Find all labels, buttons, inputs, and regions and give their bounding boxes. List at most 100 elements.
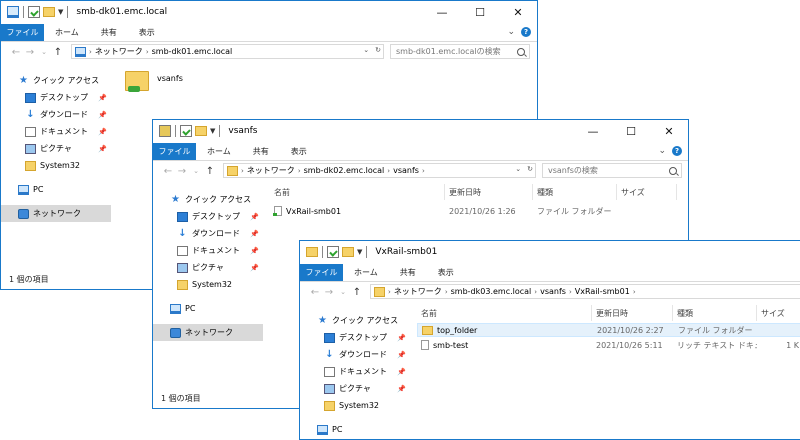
column-header-type[interactable]: 種類 bbox=[673, 305, 757, 321]
sidebar-item-network[interactable]: ネットワーク bbox=[153, 324, 263, 341]
table-row[interactable]: top_folder 2021/10/26 2:27 ファイル フォルダー bbox=[417, 323, 800, 337]
new-folder-icon[interactable] bbox=[195, 126, 207, 136]
properties-icon[interactable] bbox=[180, 125, 192, 137]
search-input[interactable]: vsanfsの検索 bbox=[542, 163, 682, 178]
column-header-type[interactable]: 種類 bbox=[533, 184, 617, 200]
recent-locations-caret-icon[interactable]: ⌄ bbox=[37, 48, 51, 56]
sidebar-item-pc[interactable]: PC bbox=[153, 300, 263, 317]
sidebar-item-desktop[interactable]: デスクトップ 📌 bbox=[300, 329, 410, 346]
sidebar-item-desktop[interactable]: デスクトップ 📌 bbox=[1, 89, 111, 106]
title-bar[interactable]: ▼ smb-dk01.emc.local — ☐ ✕ bbox=[1, 1, 537, 24]
breadcrumb-share[interactable]: vsanfs bbox=[393, 166, 419, 175]
column-header-size[interactable]: サイズ bbox=[617, 184, 677, 200]
breadcrumb-network[interactable]: ネットワーク bbox=[95, 46, 143, 57]
tab-file[interactable]: ファイル bbox=[300, 264, 343, 281]
refresh-icon[interactable]: ↻ bbox=[527, 165, 533, 173]
address-bar[interactable]: › ネットワーク › smb-dk01.emc.local ⌄ ↻ bbox=[71, 44, 384, 59]
new-folder-icon[interactable] bbox=[43, 7, 55, 17]
table-row[interactable]: VxRail-smb01 2021/10/26 1:26 ファイル フォルダー bbox=[270, 204, 677, 218]
maximize-button[interactable]: ☐ bbox=[612, 120, 650, 143]
breadcrumb-host[interactable]: smb-dk02.emc.local bbox=[304, 166, 385, 175]
sidebar-item-pictures[interactable]: ピクチャ 📌 bbox=[153, 259, 263, 276]
tab-file[interactable]: ファイル bbox=[1, 24, 44, 41]
sidebar-item-pc[interactable]: PC bbox=[300, 421, 410, 438]
sidebar-item-quick-access[interactable]: ★ クイック アクセス bbox=[153, 191, 263, 208]
sidebar-item-documents[interactable]: ドキュメント 📌 bbox=[300, 363, 410, 380]
title-bar[interactable]: ▼ VxRail-smb01 bbox=[300, 241, 800, 264]
sidebar-item-system32[interactable]: System32 bbox=[153, 276, 263, 293]
address-bar[interactable]: › ネットワーク › smb-dk02.emc.local › vsanfs ›… bbox=[223, 163, 536, 178]
up-button[interactable]: ↑ bbox=[350, 287, 364, 298]
sidebar-item-system32[interactable]: System32 bbox=[300, 397, 410, 414]
address-bar[interactable]: › ネットワーク › smb-dk03.emc.local › vsanfs ›… bbox=[370, 284, 800, 299]
help-icon[interactable]: ? bbox=[672, 146, 682, 156]
new-folder-icon[interactable] bbox=[342, 247, 354, 257]
tab-share[interactable]: 共有 bbox=[389, 264, 427, 281]
tab-view[interactable]: 表示 bbox=[128, 24, 166, 41]
close-button[interactable]: ✕ bbox=[650, 120, 688, 143]
sidebar-item-pc[interactable]: PC bbox=[1, 181, 111, 198]
column-header-modified[interactable]: 更新日時 bbox=[445, 184, 533, 200]
address-dropdown-icon[interactable]: ⌄ bbox=[515, 165, 521, 173]
tab-view[interactable]: 表示 bbox=[280, 143, 318, 160]
explorer-window-vxrail-smb01[interactable]: ▼ VxRail-smb01 ファイル ホーム 共有 表示 ← → ⌄ ↑ › … bbox=[299, 240, 800, 440]
address-dropdown-icon[interactable]: ⌄ bbox=[363, 46, 369, 54]
title-bar[interactable]: ▼ vsanfs — ☐ ✕ bbox=[153, 120, 688, 143]
close-button[interactable]: ✕ bbox=[499, 1, 537, 24]
properties-icon[interactable] bbox=[327, 246, 339, 258]
forward-button[interactable]: → bbox=[322, 287, 336, 298]
breadcrumb-network[interactable]: ネットワーク bbox=[394, 286, 442, 297]
breadcrumb-share[interactable]: vsanfs bbox=[540, 287, 566, 296]
customize-toolbar-caret-icon[interactable]: ▼ bbox=[210, 127, 215, 135]
tab-share[interactable]: 共有 bbox=[90, 24, 128, 41]
sidebar-item-quick-access[interactable]: ★ クイック アクセス bbox=[1, 72, 111, 89]
sidebar-item-system32[interactable]: System32 bbox=[1, 157, 111, 174]
sidebar-item-network[interactable]: ネットワーク bbox=[1, 205, 111, 222]
column-header-size[interactable]: サイズ bbox=[757, 305, 800, 321]
search-input[interactable]: smb-dk01.emc.localの検索 bbox=[390, 44, 530, 59]
forward-button[interactable]: → bbox=[175, 166, 189, 177]
forward-button[interactable]: → bbox=[23, 47, 37, 58]
breadcrumb-folder[interactable]: VxRail-smb01 bbox=[575, 287, 630, 296]
sidebar-item-desktop[interactable]: デスクトップ 📌 bbox=[153, 208, 263, 225]
tab-share[interactable]: 共有 bbox=[242, 143, 280, 160]
up-button[interactable]: ↑ bbox=[51, 47, 65, 58]
tab-home[interactable]: ホーム bbox=[44, 24, 90, 41]
maximize-button[interactable]: ☐ bbox=[461, 1, 499, 24]
tab-file[interactable]: ファイル bbox=[153, 143, 196, 160]
back-button[interactable]: ← bbox=[9, 47, 23, 58]
back-button[interactable]: ← bbox=[161, 166, 175, 177]
up-button[interactable]: ↑ bbox=[203, 166, 217, 177]
minimize-button[interactable]: — bbox=[423, 1, 461, 24]
sidebar-item-downloads[interactable]: ↓ ダウンロード 📌 bbox=[300, 346, 410, 363]
refresh-icon[interactable]: ↻ bbox=[375, 46, 381, 54]
back-button[interactable]: ← bbox=[308, 287, 322, 298]
column-header-name[interactable]: 名前 bbox=[270, 184, 445, 200]
recent-locations-caret-icon[interactable]: ⌄ bbox=[336, 288, 350, 296]
sidebar-item-downloads[interactable]: ↓ ダウンロード 📌 bbox=[153, 225, 263, 242]
tab-home[interactable]: ホーム bbox=[196, 143, 242, 160]
sidebar-item-downloads[interactable]: ↓ ダウンロード 📌 bbox=[1, 106, 111, 123]
expand-ribbon-chevron-icon[interactable]: ⌄ bbox=[507, 27, 515, 37]
column-header-modified[interactable]: 更新日時 bbox=[592, 305, 673, 321]
recent-locations-caret-icon[interactable]: ⌄ bbox=[189, 167, 203, 175]
sidebar-item-quick-access[interactable]: ★ クイック アクセス bbox=[300, 312, 410, 329]
expand-ribbon-chevron-icon[interactable]: ⌄ bbox=[658, 146, 666, 156]
item-vsanfs[interactable]: vsanfs bbox=[157, 74, 183, 83]
sidebar-item-pictures[interactable]: ピクチャ 📌 bbox=[300, 380, 410, 397]
tab-home[interactable]: ホーム bbox=[343, 264, 389, 281]
properties-icon[interactable] bbox=[28, 6, 40, 18]
customize-toolbar-caret-icon[interactable]: ▼ bbox=[58, 8, 63, 16]
help-icon[interactable]: ? bbox=[521, 27, 531, 37]
network-share-folder-icon[interactable] bbox=[125, 71, 149, 92]
customize-toolbar-caret-icon[interactable]: ▼ bbox=[357, 248, 362, 256]
sidebar-item-documents[interactable]: ドキュメント 📌 bbox=[153, 242, 263, 259]
tab-view[interactable]: 表示 bbox=[427, 264, 465, 281]
table-row[interactable]: smb-test 2021/10/26 5:11 リッチ テキスト ドキュ...… bbox=[417, 338, 800, 352]
sidebar-item-pictures[interactable]: ピクチャ 📌 bbox=[1, 140, 111, 157]
breadcrumb-host[interactable]: smb-dk01.emc.local bbox=[152, 47, 233, 56]
column-header-name[interactable]: 名前 bbox=[417, 305, 592, 321]
sidebar-item-documents[interactable]: ドキュメント 📌 bbox=[1, 123, 111, 140]
minimize-button[interactable]: — bbox=[574, 120, 612, 143]
breadcrumb-network[interactable]: ネットワーク bbox=[247, 165, 295, 176]
